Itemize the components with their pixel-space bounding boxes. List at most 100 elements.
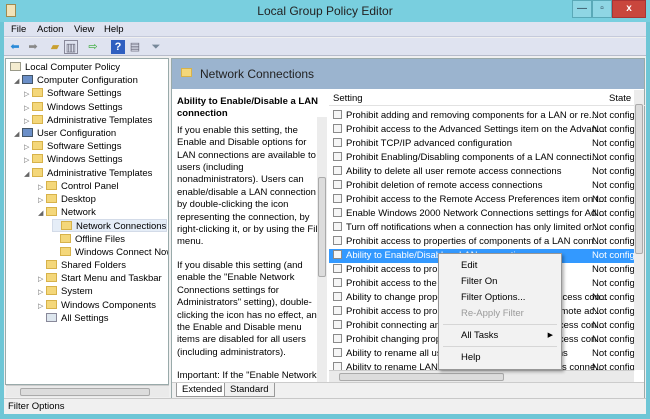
filter-icon[interactable]: ⏷ <box>149 40 163 54</box>
list-horizontal-scrollbar[interactable] <box>329 370 634 382</box>
tree-item-label: Windows Components <box>61 299 157 311</box>
tree-item-label: Control Panel <box>61 180 119 192</box>
list-row[interactable]: Ability to delete all user remote access… <box>329 165 635 179</box>
menu-help[interactable]: Help <box>104 24 124 35</box>
tree-item[interactable]: ▷ Start Menu and Taskbar <box>38 272 162 285</box>
tree-item[interactable]: Shared Folders <box>38 259 126 272</box>
list-row[interactable]: Prohibit access to the Remote Access Pre… <box>329 193 635 207</box>
column-setting[interactable]: Setting <box>333 93 363 104</box>
expand-arrow-icon[interactable]: ◢ <box>14 128 22 141</box>
list-row[interactable]: Prohibit adding and removing components … <box>329 109 635 123</box>
tree-item[interactable]: Windows Connect Now <box>52 246 168 259</box>
list-row[interactable]: Turn off notifications when a connection… <box>329 221 635 235</box>
help-icon[interactable]: ? <box>111 40 125 54</box>
expand-arrow-icon[interactable]: ▷ <box>24 88 32 101</box>
tree-item[interactable]: ◢ Computer Configuration <box>14 74 138 87</box>
description-panel: Ability to Enable/Disable a LAN connecti… <box>172 90 327 382</box>
list-row[interactable]: Prohibit access to the Advanced Settings… <box>329 123 635 137</box>
menu-item-help[interactable]: Help <box>461 351 559 365</box>
tree-item-label: Software Settings <box>47 141 122 153</box>
list-row[interactable]: Prohibit Enabling/Disabling components o… <box>329 151 635 165</box>
tree-item[interactable]: ▷ Administrative Templates <box>24 114 152 127</box>
policy-setting-icon <box>333 320 342 329</box>
description-scrollbar[interactable] <box>317 117 327 382</box>
expand-arrow-icon[interactable]: ◢ <box>14 75 22 88</box>
expand-arrow-icon[interactable]: ▷ <box>24 154 32 167</box>
expand-arrow-icon[interactable]: ▷ <box>24 141 32 154</box>
scroll-thumb[interactable] <box>339 373 504 381</box>
expand-arrow-icon[interactable]: ▷ <box>38 300 46 313</box>
close-button[interactable]: x <box>612 0 646 18</box>
menu-item-edit[interactable]: Edit <box>461 259 559 273</box>
setting-state: Not config <box>592 320 635 331</box>
expand-arrow-icon[interactable]: ▷ <box>38 286 46 299</box>
tree-item[interactable]: Network Connections <box>52 219 168 233</box>
expand-arrow-icon[interactable]: ▷ <box>24 102 32 115</box>
minimize-button[interactable]: — <box>572 0 592 18</box>
tree-horizontal-scrollbar[interactable] <box>6 385 169 397</box>
details-pane: Network Connections Ability to Enable/Di… <box>171 58 645 398</box>
list-vertical-scrollbar[interactable] <box>634 90 644 370</box>
tree-item[interactable]: ▷ Control Panel <box>38 180 119 193</box>
tab-extended[interactable]: Extended <box>176 383 229 397</box>
show-hide-tree-icon[interactable]: ▥ <box>64 40 78 54</box>
scroll-thumb[interactable] <box>20 388 150 396</box>
policy-setting-icon <box>333 152 342 161</box>
menu-view[interactable]: View <box>74 24 94 35</box>
tree-item[interactable]: ▷ Windows Settings <box>24 101 123 114</box>
policy-setting-icon <box>333 264 342 273</box>
computer-icon <box>22 75 33 85</box>
tree-item[interactable]: ▷ Software Settings <box>24 140 121 153</box>
forward-icon[interactable]: ➡ <box>26 40 40 54</box>
menu-item-filter-on[interactable]: Filter On <box>461 275 559 289</box>
menu-action[interactable]: Action <box>37 24 63 35</box>
tree-item[interactable]: ◢ User Configuration <box>14 127 116 140</box>
setting-name: Prohibit TCP/IP advanced configuration <box>346 138 512 149</box>
restore-button[interactable]: ▫ <box>592 0 612 18</box>
back-icon[interactable]: ⬅ <box>8 40 22 54</box>
tree-item[interactable]: ▷ Desktop <box>38 193 96 206</box>
tree-item[interactable]: ▷ Windows Components <box>38 299 156 312</box>
list-row[interactable]: Enable Windows 2000 Network Connections … <box>329 207 635 221</box>
tree-item[interactable]: ▷ Windows Settings <box>24 153 123 166</box>
expand-arrow-icon[interactable]: ▷ <box>24 115 32 128</box>
policy-setting-icon <box>333 208 342 217</box>
list-row[interactable]: Prohibit deletion of remote access conne… <box>329 179 635 193</box>
tree-item-label: Network Connections <box>76 221 167 233</box>
policy-setting-icon <box>333 306 342 315</box>
folder-icon <box>46 286 57 296</box>
setting-state: Not config <box>592 264 635 275</box>
tree-item[interactable]: ▷ System <box>38 285 93 298</box>
status-bar: Filter Options <box>4 398 646 414</box>
tree-item[interactable]: Local Computer Policy <box>10 61 120 74</box>
column-state[interactable]: State <box>609 93 631 104</box>
list-row[interactable]: Prohibit TCP/IP advanced configuration No… <box>329 137 635 151</box>
expand-arrow-icon[interactable]: ◢ <box>38 207 46 220</box>
action-pane-icon[interactable]: ▤ <box>128 40 142 54</box>
tree-item[interactable]: ▷ Software Settings <box>24 87 121 100</box>
expand-arrow-icon[interactable]: ▷ <box>38 194 46 207</box>
tab-standard[interactable]: Standard <box>224 383 275 397</box>
folder-icon <box>32 141 43 151</box>
tree-item-label: Administrative Templates <box>47 114 153 126</box>
menu-item-all-tasks[interactable]: All Tasks ▶ <box>461 329 559 343</box>
expand-arrow-icon[interactable]: ▷ <box>38 181 46 194</box>
up-folder-icon[interactable]: ▰ <box>48 40 62 54</box>
scroll-thumb[interactable] <box>635 104 643 254</box>
export-icon[interactable]: ⇨ <box>86 40 100 54</box>
expand-arrow-icon[interactable]: ◢ <box>24 168 32 181</box>
tree-item[interactable]: All Settings <box>38 312 109 325</box>
scroll-thumb[interactable] <box>318 177 326 277</box>
menu-item-filter-options[interactable]: Filter Options... <box>461 291 559 305</box>
menu-file[interactable]: File <box>11 24 26 35</box>
policy-setting-icon <box>333 348 342 357</box>
tree-item-label: Shared Folders <box>61 260 126 271</box>
tree-item[interactable]: ◢ Network <box>38 206 96 219</box>
list-row[interactable]: Prohibit access to properties of compone… <box>329 235 635 249</box>
tree-item[interactable]: Offline Files <box>52 233 125 246</box>
setting-name: Prohibit deletion of remote access conne… <box>346 180 543 191</box>
expand-arrow-icon[interactable]: ▷ <box>38 273 46 286</box>
tree-item-label: All Settings <box>61 312 109 324</box>
setting-state: Not config <box>592 348 635 359</box>
tree-item[interactable]: ◢ Administrative Templates <box>24 167 152 180</box>
